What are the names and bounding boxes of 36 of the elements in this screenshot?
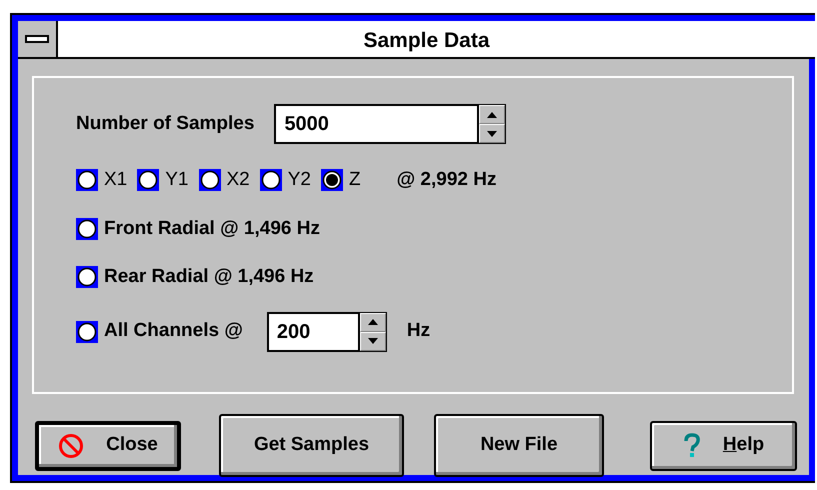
minus-icon: [25, 35, 49, 43]
window-title: Sample Data: [362, 28, 491, 54]
samples-field[interactable]: 5000: [274, 104, 478, 144]
radio-label: All Channels @: [104, 319, 243, 344]
rate-label: @ 2,992 Hz: [396, 168, 496, 192]
up-arrow-icon: [366, 318, 379, 326]
radio-button[interactable]: [137, 169, 160, 192]
help-button[interactable]: Help: [650, 420, 797, 470]
radio-button[interactable]: [76, 169, 98, 192]
radio-label: X2: [226, 168, 250, 192]
up-arrow-icon: [486, 110, 498, 118]
radio-button[interactable]: [76, 320, 98, 342]
radio-button[interactable]: [198, 169, 220, 192]
radio-label: Y2: [288, 168, 311, 192]
radio-label: Z: [349, 168, 361, 192]
down-arrow-icon: [366, 337, 379, 345]
system-menu-button[interactable]: [18, 21, 58, 57]
spin-button[interactable]: [478, 104, 506, 144]
samples-label: Number of Samples: [76, 112, 254, 136]
radio-button[interactable]: [321, 169, 343, 192]
close-button[interactable]: Close: [35, 420, 181, 470]
radio-button[interactable]: [76, 218, 98, 240]
rate-field[interactable]: 200: [266, 312, 359, 352]
radio-label: Y1: [165, 168, 188, 192]
radio-button[interactable]: [76, 266, 98, 288]
radio-label: Rear Radial @ 1,496 Hz: [104, 265, 314, 289]
radio-button[interactable]: [260, 169, 282, 192]
prohibited-icon: [58, 432, 84, 458]
unit-label: Hz: [406, 319, 430, 344]
radio-label: Front Radial @ 1,496 Hz: [104, 216, 320, 240]
action-button[interactable]: New File: [434, 414, 604, 477]
question-mark-icon: [682, 432, 701, 458]
spin-button[interactable]: [358, 312, 387, 352]
action-button[interactable]: Get Samples: [219, 414, 404, 477]
down-arrow-icon: [486, 130, 498, 138]
radio-label: X1: [104, 168, 128, 192]
